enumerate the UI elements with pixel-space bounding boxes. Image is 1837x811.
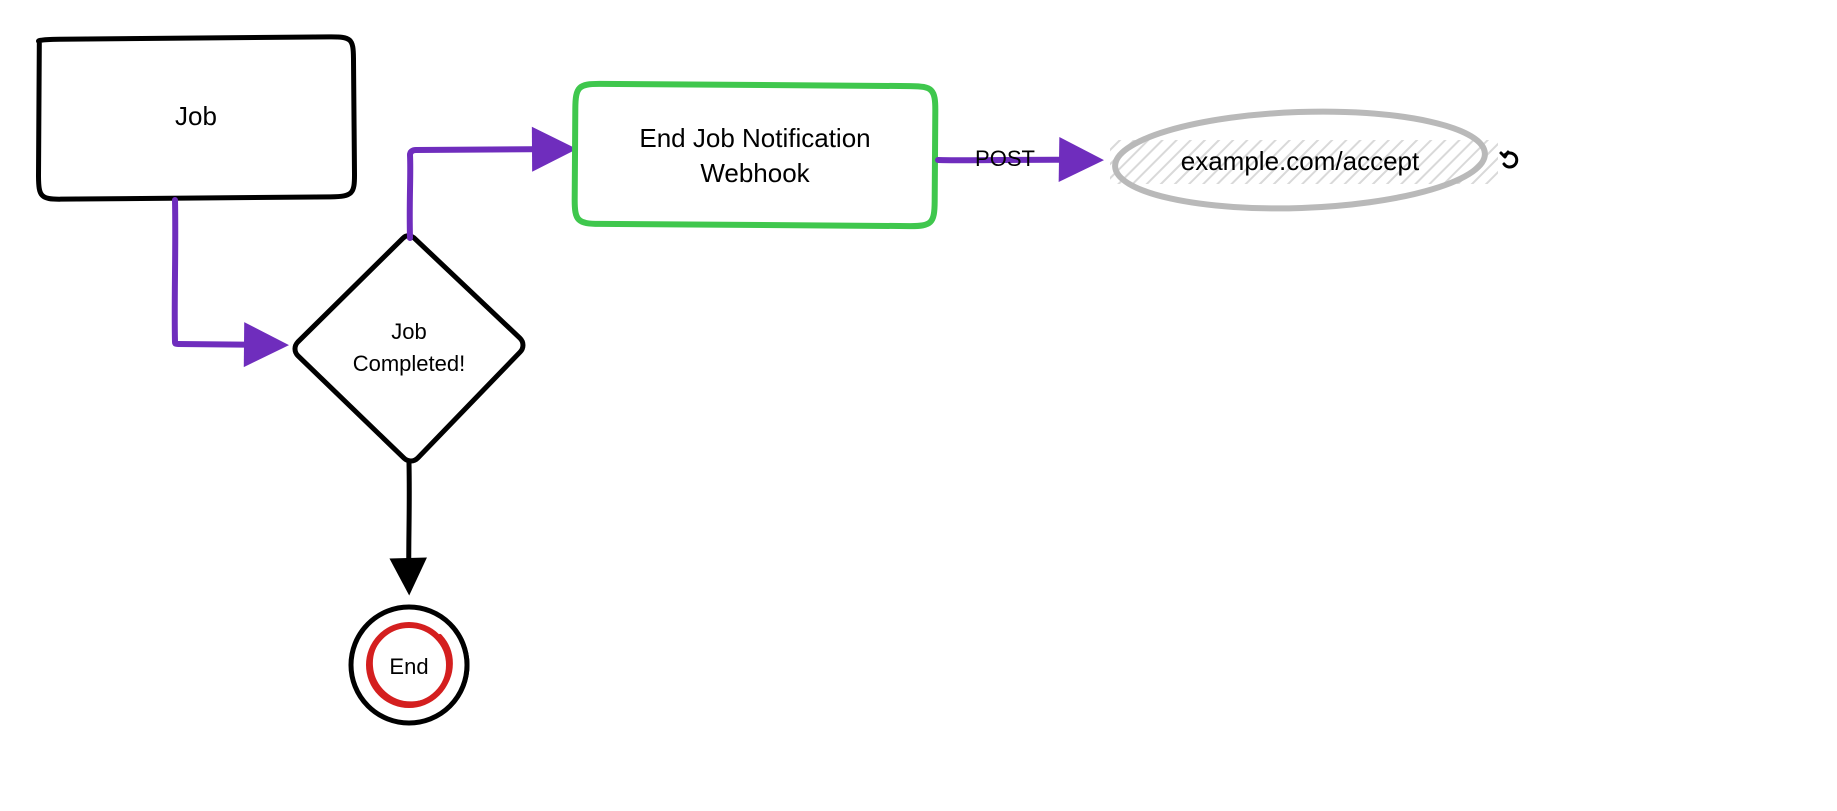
arrow-completed-to-webhook [410, 149, 568, 238]
end-node: End [351, 607, 468, 723]
completed-node: Job Completed! [293, 234, 525, 463]
flow-diagram: Job Job Completed! End Job Notification … [0, 0, 1837, 811]
webhook-label-1: End Job Notification [639, 123, 870, 153]
endpoint-label: example.com/accept [1181, 146, 1420, 176]
webhook-node: End Job Notification Webhook [575, 84, 936, 227]
endpoint-node: example.com/accept [1110, 106, 1517, 215]
end-label: End [389, 654, 428, 679]
job-label: Job [175, 101, 217, 131]
arrow-job-to-completed [175, 200, 280, 345]
refresh-icon [1501, 152, 1517, 167]
post-label: POST [975, 146, 1035, 171]
job-node: Job [37, 37, 354, 200]
completed-label-2: Completed! [353, 351, 466, 376]
completed-label-1: Job [391, 319, 426, 344]
webhook-label-2: Webhook [700, 158, 810, 188]
arrow-completed-to-end [409, 463, 410, 588]
